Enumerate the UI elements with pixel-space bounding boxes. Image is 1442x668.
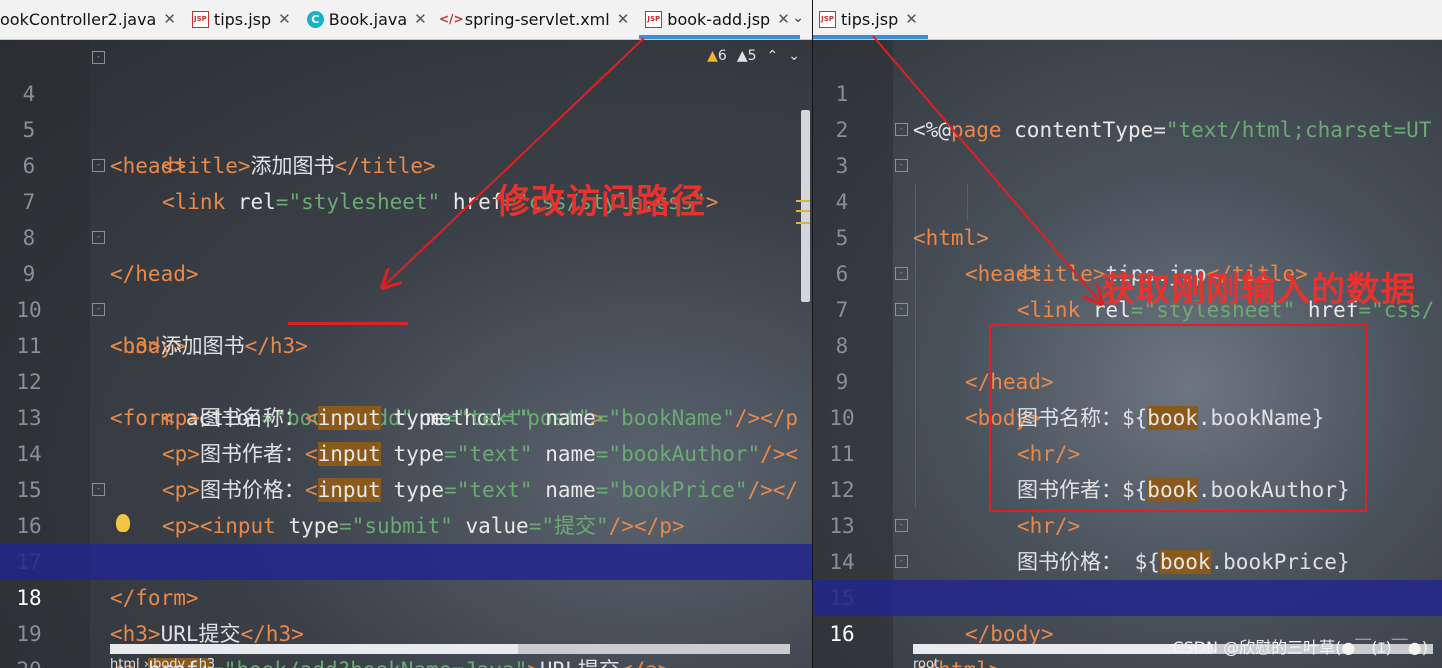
code-line[interactable]: 2: [813, 76, 1442, 142]
code-line[interactable]: 17: [0, 508, 812, 574]
tab-label: book-add.jsp: [667, 9, 771, 29]
tag-a-close: </a>: [620, 658, 671, 668]
close-icon[interactable]: ✕: [617, 10, 630, 28]
code-line[interactable]: 5 <title>添加图书</title>: [0, 76, 812, 178]
annotation-get-input-data: 获取刚刚输入的数据: [1101, 270, 1416, 310]
code-line[interactable]: 10 <h3>添加图书</h3>: [0, 256, 812, 358]
annotation-modify-path: 修改访问路径: [496, 182, 706, 222]
tab-label: tips.jsp: [841, 9, 899, 29]
fold-icon[interactable]: -: [92, 51, 105, 64]
jsp-file-icon: JSP: [819, 10, 836, 28]
code-line[interactable]: 9 - <body>: [0, 220, 812, 358]
link-text: URL提交: [540, 658, 620, 668]
close-icon[interactable]: ✕: [414, 10, 427, 28]
code-line[interactable]: 6 <link rel="stylesheet" href="css/: [813, 220, 1442, 322]
breadcrumb[interactable]: html › body › h3: [110, 657, 215, 668]
line-number: 20: [0, 652, 58, 668]
tab-book-add-jsp[interactable]: JSP book-add.jsp ✕: [639, 0, 800, 39]
tab-label: Book.java: [328, 9, 408, 29]
right-tab-bar: JSP tips.jsp ✕: [813, 0, 1442, 40]
code-line[interactable]: 4 - <head>: [813, 148, 1442, 286]
fold-icon[interactable]: -: [895, 303, 908, 316]
tab-spring-servlet-xml[interactable]: </> spring-servlet.xml ✕: [437, 0, 640, 39]
tab-book-java[interactable]: C Book.java ✕: [301, 0, 437, 39]
code-line[interactable]: 4 - <head>: [0, 40, 812, 178]
tab-label: ookController2.java: [0, 9, 157, 29]
code-line[interactable]: 15 - </html>: [813, 544, 1442, 668]
breadcrumb[interactable]: root: [913, 657, 939, 668]
code-line-current[interactable]: 16: [813, 580, 1442, 646]
fold-icon[interactable]: -: [92, 159, 105, 172]
code-line-current[interactable]: 18 <h3>URL提交</h3>: [0, 544, 812, 646]
jsp-file-icon: JSP: [191, 10, 209, 28]
code-line[interactable]: 15 <p><input type="submit" value="提交"/><…: [0, 436, 812, 538]
attr-value: ="book/add?bookName=Java": [211, 658, 527, 668]
close-icon[interactable]: ✕: [163, 10, 176, 28]
right-editor-pane: JSP tips.jsp ✕ 1 <%@page contentType="text…: [812, 0, 1442, 668]
chevron-down-icon[interactable]: ⌄: [792, 10, 804, 26]
code-line[interactable]: 6 <link rel="stylesheet" href="css/style…: [0, 112, 812, 214]
code-line[interactable]: 14 - </body>: [813, 508, 1442, 646]
tab-label: spring-servlet.xml: [464, 9, 610, 29]
code-editor[interactable]: ▲6 ▲5 ⌃ ⌄ 4 - <head> 5 <title>添加图书</titl…: [0, 40, 812, 668]
fold-icon[interactable]: -: [895, 159, 908, 172]
close-icon[interactable]: ✕: [905, 10, 918, 28]
fold-icon[interactable]: -: [895, 123, 908, 136]
code-line[interactable]: 16 - </form>: [0, 472, 812, 610]
underline-annotation: [288, 322, 408, 325]
code-line[interactable]: 13 <p>图书作者：<input type="text" name="book…: [0, 364, 812, 466]
tab-tips-jsp[interactable]: JSP tips.jsp ✕: [813, 0, 928, 39]
tab-bookcontroller2[interactable]: ookController2.java ✕: [0, 0, 186, 39]
code-line[interactable]: 3 - <html>: [813, 112, 1442, 250]
left-editor-pane: ookController2.java ✕ JSP tips.jsp ✕ C Book.…: [0, 0, 812, 668]
fold-icon[interactable]: -: [92, 231, 105, 244]
code-line[interactable]: 1 <%@page contentType="text/html;charset…: [813, 40, 1442, 142]
close-icon[interactable]: ✕: [278, 10, 291, 28]
xml-file-icon: </>: [439, 12, 464, 26]
code-line[interactable]: 14 <p>图书价格：<input type="text" name="book…: [0, 400, 812, 502]
fold-icon[interactable]: -: [92, 303, 105, 316]
lightbulb-icon[interactable]: [116, 514, 130, 532]
tag-body-close: </body>: [965, 622, 1054, 646]
fold-icon[interactable]: -: [895, 267, 908, 280]
horizontal-scrollbar[interactable]: [110, 644, 790, 654]
fold-icon[interactable]: -: [92, 483, 105, 496]
fold-icon[interactable]: -: [895, 519, 908, 532]
code-line[interactable]: 12 <p>图书名称：<input type="text" name="book…: [0, 328, 812, 430]
jsp-file-icon: JSP: [645, 10, 663, 28]
tag-end: >: [527, 658, 540, 668]
close-icon[interactable]: ✕: [777, 10, 790, 28]
left-tab-bar: ookController2.java ✕ JSP tips.jsp ✕ C Book.…: [0, 0, 812, 40]
code-editor[interactable]: 1 <%@page contentType="text/html;charset…: [813, 40, 1442, 668]
line-number: 16: [829, 622, 855, 646]
highlight-box-annotation: [989, 324, 1367, 512]
scrollbar-thumb[interactable]: [913, 644, 1213, 654]
tab-tips-jsp[interactable]: JSP tips.jsp ✕: [186, 0, 301, 39]
watermark: CSDN @欣慰的三叶草(●￣(ｴ)￣●): [1172, 638, 1428, 657]
code-line[interactable]: 19 <a href:="book/add?bookName=Java">URL…: [0, 580, 812, 668]
scrollbar-thumb[interactable]: [110, 644, 518, 654]
fold-icon[interactable]: -: [895, 555, 908, 568]
java-class-icon: C: [306, 10, 324, 28]
tab-label: tips.jsp: [213, 9, 272, 29]
code-line[interactable]: 5 <title>tips.jsp</title>: [813, 184, 1442, 286]
